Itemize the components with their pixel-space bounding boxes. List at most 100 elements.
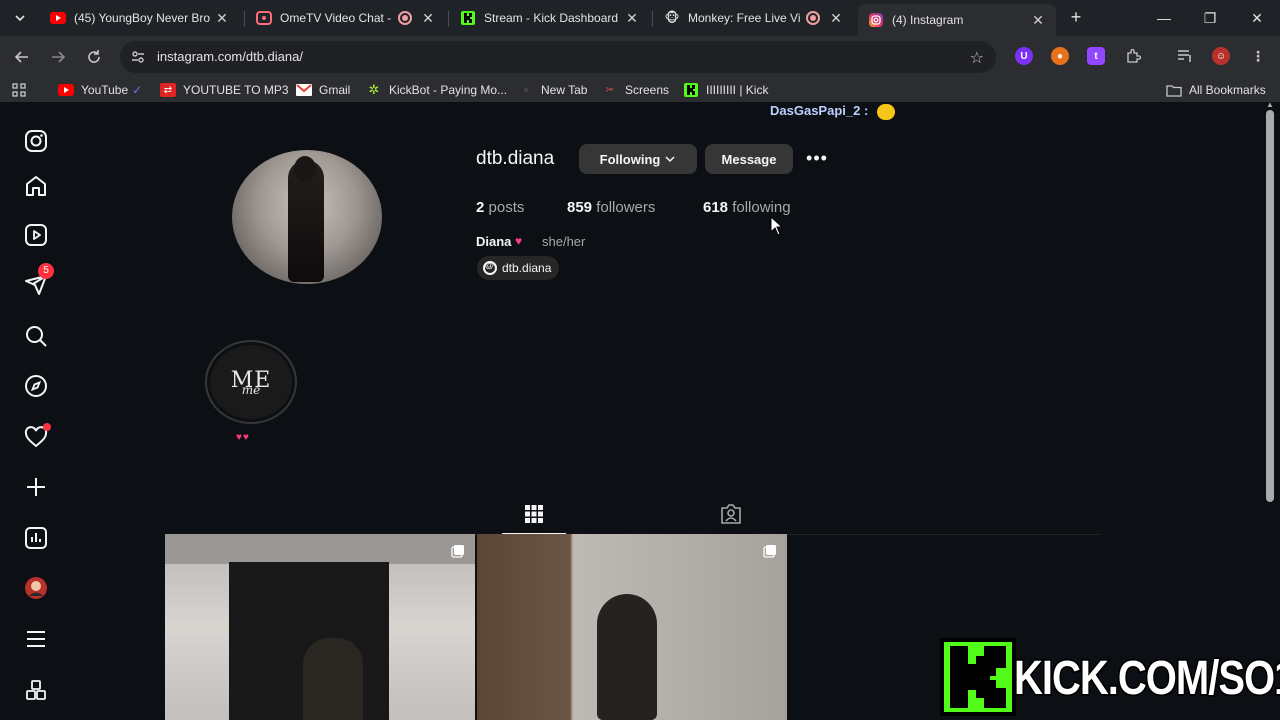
profile-username: dtb.diana (476, 148, 555, 169)
url-text[interactable]: instagram.com/dtb.diana/ (157, 49, 303, 64)
messages-icon[interactable]: 5 (24, 263, 54, 297)
search-icon[interactable] (24, 324, 48, 348)
following-number: 618 (703, 199, 729, 216)
folder-icon (1166, 83, 1182, 97)
message-button-label: Message (721, 151, 777, 167)
messages-badge: 5 (38, 263, 54, 279)
instagram-icon (868, 12, 884, 28)
profile-avatar-icon[interactable]: ☺ (1212, 47, 1230, 65)
story-highlight[interactable]: ME me (205, 340, 297, 424)
dashboard-icon[interactable] (24, 526, 48, 550)
photo-person (597, 594, 657, 720)
forward-button[interactable] (46, 45, 70, 69)
threads-icon (483, 260, 497, 275)
followers-link[interactable]: 859 followers (567, 199, 655, 216)
close-window-button[interactable]: ✕ (1245, 6, 1269, 30)
extensions-puzzle-icon[interactable] (1124, 47, 1142, 65)
bookmark-kick[interactable]: IIIIIIIII | Kick (683, 82, 768, 98)
close-tab-icon[interactable]: ✕ (624, 10, 640, 26)
notifications-heart-icon[interactable] (24, 423, 51, 449)
profile-avatar[interactable] (24, 576, 48, 600)
tab-kick-dashboard[interactable]: Stream - Kick Dashboard ✕ (450, 4, 650, 32)
threads-link[interactable]: dtb.diana (477, 256, 560, 280)
apps-grid-icon[interactable] (12, 82, 26, 98)
explore-icon[interactable] (24, 374, 48, 398)
profile-picture[interactable] (232, 150, 382, 284)
tab-youtube[interactable]: (45) YoungBoy Never Bro ✕ (40, 4, 240, 32)
browser-toolbar: instagram.com/dtb.diana/ ☆ U ● t ☺ ⋮ (0, 36, 1280, 78)
kickbot-icon: ✲ (368, 82, 380, 97)
following-button[interactable]: Following (579, 144, 697, 174)
bookmark-label: New Tab (541, 83, 588, 97)
threads-handle: dtb.diana (502, 261, 552, 275)
close-tab-icon[interactable]: ✕ (420, 10, 436, 26)
chevron-down-icon (665, 156, 675, 163)
following-link[interactable]: 618 following (703, 199, 791, 216)
bookmarks-bar: YouTube ✓ ⇄ YOUTUBE TO MP3 Gmail ✲ KickB… (0, 78, 1280, 102)
all-bookmarks-button[interactable]: All Bookmarks (1166, 82, 1266, 98)
message-button[interactable]: Message (705, 144, 793, 174)
create-plus-icon[interactable] (24, 475, 48, 499)
monkey-icon: 🐵 (664, 10, 680, 25)
stream-chat-username: DasGasPapi_2 : (770, 103, 869, 118)
chat-emoji-icon (877, 104, 895, 120)
post-thumbnail[interactable] (477, 534, 787, 720)
minimize-button[interactable]: — (1152, 6, 1176, 30)
media-controls-icon[interactable] (1176, 47, 1194, 65)
posts-grid-tab-icon[interactable] (522, 502, 546, 526)
kick-icon (460, 10, 476, 26)
address-bar[interactable]: instagram.com/dtb.diana/ ☆ (120, 41, 996, 73)
instagram-logo-icon[interactable] (24, 129, 48, 153)
scroll-up-arrow[interactable]: ▲ (1266, 102, 1274, 109)
close-tab-icon[interactable]: ✕ (1030, 12, 1046, 28)
following-button-label: Following (599, 151, 661, 167)
tab-monkey[interactable]: 🐵 Monkey: Free Live Vi ✕ (654, 4, 854, 32)
bookmark-new-tab[interactable]: ● New Tab (518, 82, 588, 98)
bookmark-youtube[interactable]: YouTube ✓ (58, 82, 142, 98)
kick-icon (683, 83, 699, 97)
highlight-cover-subtext: me (241, 382, 261, 397)
extension-u-icon[interactable]: U (1015, 47, 1033, 65)
more-options-icon[interactable]: ••• (805, 146, 829, 170)
also-from-meta-icon[interactable] (24, 678, 48, 702)
extension-twitch-icon[interactable]: t (1087, 47, 1105, 65)
followers-label: followers (596, 199, 656, 216)
menu-kebab-icon[interactable]: ⋮ (1249, 47, 1267, 65)
site-settings-icon[interactable] (130, 49, 146, 65)
tagged-tab-icon[interactable] (719, 502, 743, 526)
home-icon[interactable] (24, 174, 48, 198)
photo-person (303, 638, 363, 720)
bookmark-label: KickBot - Paying Mo... (389, 83, 508, 97)
bookmark-gmail[interactable]: Gmail (296, 82, 350, 98)
back-button[interactable] (10, 45, 34, 69)
converter-icon: ⇄ (160, 83, 176, 97)
check-icon: ✓ (132, 83, 143, 97)
arrow-right-icon (52, 51, 66, 63)
restore-button[interactable]: ❐ (1198, 6, 1222, 30)
menu-hamburger-icon[interactable] (24, 627, 48, 651)
bookmark-youtube-to-mp3[interactable]: ⇄ YOUTUBE TO MP3 (160, 82, 289, 98)
posts-label: posts (488, 199, 525, 216)
tab-ometv[interactable]: OmeTV Video Chat - ✕ (246, 4, 446, 32)
extension-cookie-icon[interactable]: ● (1051, 47, 1069, 65)
new-tab-button[interactable]: + (1066, 8, 1086, 28)
post-thumbnail[interactable] (165, 534, 475, 720)
instagram-page: 5 dtb.diana Following Message ••• 2 post… (0, 102, 1280, 720)
tab-title: Monkey: Free Live Vi (688, 11, 800, 25)
page-scrollbar[interactable] (1266, 110, 1274, 502)
reels-icon[interactable] (24, 223, 48, 247)
tab-search-button[interactable] (8, 6, 32, 30)
close-tab-icon[interactable]: ✕ (828, 10, 844, 26)
close-tab-icon[interactable]: ✕ (214, 10, 230, 26)
bookmark-kickbot[interactable]: ✲ KickBot - Paying Mo... (366, 82, 508, 98)
reload-button[interactable] (82, 45, 106, 69)
tab-instagram[interactable]: (4) Instagram ✕ (858, 4, 1056, 36)
youtube-icon (58, 83, 74, 97)
bookmark-screens[interactable]: ✂ Screens (602, 82, 669, 98)
profile-pronouns: she/her (542, 234, 586, 249)
tab-title: OmeTV Video Chat - (280, 11, 392, 25)
bookmark-star-icon[interactable]: ☆ (970, 48, 984, 68)
tab-title: (4) Instagram (892, 13, 964, 27)
photo-head (294, 156, 316, 182)
chevron-down-icon (15, 15, 25, 22)
